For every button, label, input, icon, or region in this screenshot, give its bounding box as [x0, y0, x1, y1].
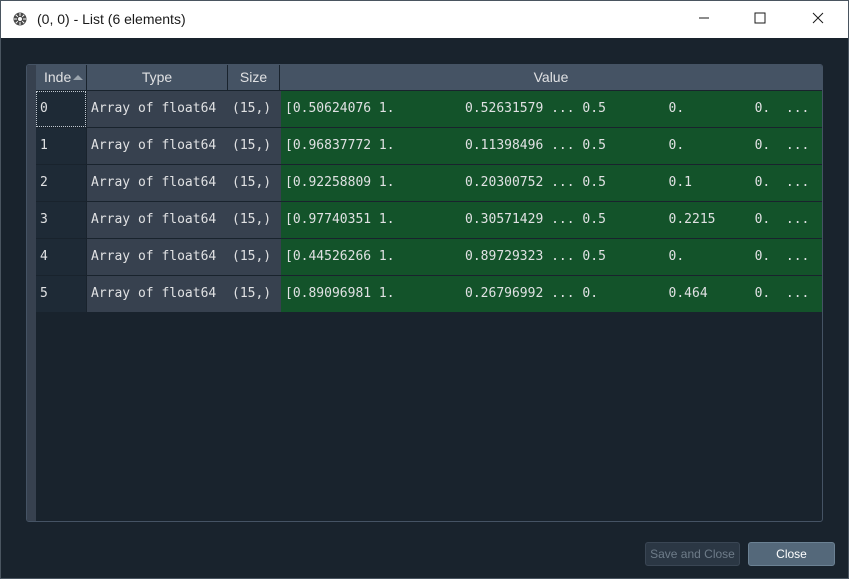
table-row[interactable]: 3 Array of float64 (15,) [0.97740351 1. … — [36, 202, 822, 239]
type-cell[interactable]: Array of float64 — [87, 91, 229, 127]
value-cell[interactable]: [0.89096981 1. 0.26796992 ... 0. 0.464 0… — [281, 276, 822, 312]
index-cell[interactable]: 5 — [36, 276, 86, 312]
index-cell[interactable]: 1 — [36, 128, 86, 164]
spyder-icon — [13, 12, 27, 26]
table-body: 0 Array of float64 (15,) [0.50624076 1. … — [36, 91, 822, 313]
table-row[interactable]: 5 Array of float64 (15,) [0.89096981 1. … — [36, 276, 822, 313]
size-cell[interactable]: (15,) — [229, 276, 281, 312]
close-button[interactable]: Close — [748, 542, 835, 566]
index-cell[interactable]: 0 — [36, 91, 86, 127]
close-window-button[interactable] — [795, 1, 841, 38]
value-cell[interactable]: [0.44526266 1. 0.89729323 ... 0.5 0. 0. … — [281, 239, 822, 275]
table-row[interactable]: 2 Array of float64 (15,) [0.92258809 1. … — [36, 165, 822, 202]
index-cell[interactable]: 2 — [36, 165, 86, 201]
type-cell[interactable]: Array of float64 — [87, 276, 229, 312]
table-header: Inde Type Size Value — [36, 65, 822, 90]
size-cell[interactable]: (15,) — [229, 239, 281, 275]
table-row[interactable]: 0 Array of float64 (15,) [0.50624076 1. … — [36, 91, 822, 128]
index-cell[interactable]: 3 — [36, 202, 86, 238]
sort-ascending-icon — [73, 75, 83, 80]
table-row[interactable]: 1 Array of float64 (15,) [0.96837772 1. … — [36, 128, 822, 165]
window-title: (0, 0) - List (6 elements) — [37, 11, 186, 27]
size-cell[interactable]: (15,) — [229, 91, 281, 127]
header-index[interactable]: Inde — [36, 65, 87, 90]
header-index-label: Inde — [44, 69, 72, 85]
type-cell[interactable]: Array of float64 — [87, 165, 229, 201]
size-cell[interactable]: (15,) — [229, 128, 281, 164]
type-cell[interactable]: Array of float64 — [87, 239, 229, 275]
header-value[interactable]: Value — [280, 65, 822, 90]
maximize-icon — [754, 11, 766, 29]
minimize-icon — [698, 11, 710, 29]
size-cell[interactable]: (15,) — [229, 202, 281, 238]
type-cell[interactable]: Array of float64 — [87, 128, 229, 164]
row-header-strip — [27, 65, 36, 521]
minimize-button[interactable] — [681, 1, 727, 38]
value-cell[interactable]: [0.50624076 1. 0.52631579 ... 0.5 0. 0. … — [281, 91, 822, 127]
header-size[interactable]: Size — [228, 65, 280, 90]
index-cell[interactable]: 4 — [36, 239, 86, 275]
title-bar[interactable]: (0, 0) - List (6 elements) — [1, 1, 848, 38]
type-cell[interactable]: Array of float64 — [87, 202, 229, 238]
size-cell[interactable]: (15,) — [229, 165, 281, 201]
value-cell[interactable]: [0.96837772 1. 0.11398496 ... 0.5 0. 0. … — [281, 128, 822, 164]
table-row[interactable]: 4 Array of float64 (15,) [0.44526266 1. … — [36, 239, 822, 276]
value-cell[interactable]: [0.97740351 1. 0.30571429 ... 0.5 0.2215… — [281, 202, 822, 238]
collection-table[interactable]: Inde Type Size Value 0 Array of float64 … — [26, 64, 823, 522]
close-icon — [812, 11, 824, 29]
list-editor-window: (0, 0) - List (6 elements) Inde Type Siz… — [0, 0, 849, 579]
header-type[interactable]: Type — [87, 65, 228, 90]
save-and-close-button[interactable]: Save and Close — [645, 542, 740, 566]
value-cell[interactable]: [0.92258809 1. 0.20300752 ... 0.5 0.1 0.… — [281, 165, 822, 201]
maximize-button[interactable] — [737, 1, 783, 38]
